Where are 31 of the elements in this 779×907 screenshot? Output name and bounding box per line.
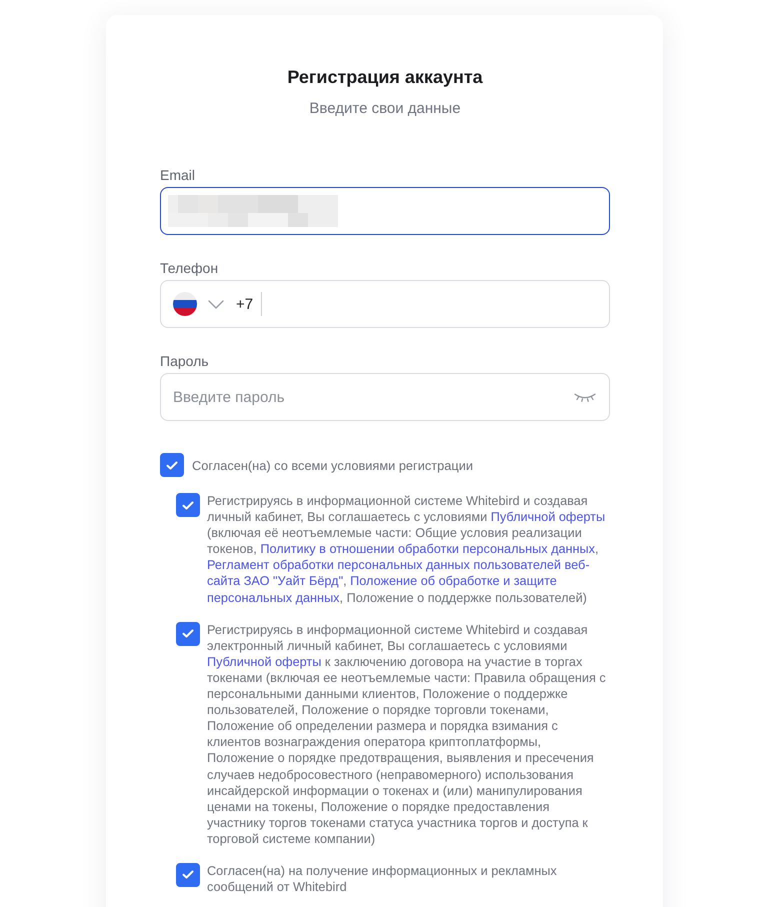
checkmark-icon: [182, 870, 194, 880]
phone-field[interactable]: +7: [160, 280, 610, 328]
chevron-down-icon[interactable]: [208, 300, 224, 308]
checkmark-icon: [166, 460, 178, 470]
field-label: Email: [160, 166, 196, 184]
email-field[interactable]: [160, 187, 610, 235]
checkbox[interactable]: [160, 453, 184, 477]
document-link[interactable]: Положение об обработке и защите: [350, 574, 557, 588]
document-link[interactable]: сайта ЗАО "Уайт Бёрд": [207, 574, 344, 588]
document-link[interactable]: Публичной оферты: [490, 510, 606, 524]
document-link[interactable]: Регламент обработки персональных данных пользователей веб-: [207, 558, 590, 572]
document-link[interactable]: персональных данных: [207, 590, 340, 605]
checkmark-icon: [182, 629, 194, 638]
document-link[interactable]: Публичной оферты: [207, 654, 322, 669]
field-label: Телефон: [160, 259, 218, 277]
flag-icon: [173, 292, 197, 316]
checkmark-icon: [182, 500, 194, 510]
password-field[interactable]: Введите пароль: [160, 373, 610, 421]
form-title: Регистрация аккаунта: [286, 66, 484, 88]
consent-text: Регистрируясь в информационной системе Whitebird и создавая электронный личный кабинет, Вы соглашаетесь с условиями Публичной оферты к заключению договора на участие в торгах токенами (включая ее неотъемлемые части: Правила обращения с персональными данными клиентов, Положение о поддержке пользователей, Положение о порядке торговли токенами, Положение об определении размера и порядка взимания с клиентов вознаграждения оператора криптоплатформы, Положение о порядке предотвращения, выявления и пресечения случаев недобросовестного (неправомерного) использования инсайдерской информации о токенах и (или) манипулирования ценами на токены, Положение о порядке предоставления участнику торгов токенами статуса участника торгов и доступа к торговой системе компании): [207, 622, 607, 847]
consent-label: Согласен(на) со всеми условиями регистрации: [192, 458, 473, 472]
consent-text: Регистрируясь в информационной системе Whitebird и создавая личный кабинет, Вы соглашаетесь с условиями Публичной оферты (включая её неотъемлемые части: Общие условия реализации токенов, Политику в отношении обработки персональных данных, Регламент обработки персональных данных пользователей веб- сайта ЗАО "Уайт Бёрд", Положение об обработке и защите персональных данных, Положение о поддержке пользователей): [207, 493, 606, 606]
checkbox[interactable]: [176, 862, 200, 887]
country-code: +7: [236, 296, 254, 312]
document-link[interactable]: Политику в отношении обработки персональных данных: [260, 542, 596, 556]
checkbox[interactable]: [176, 493, 200, 517]
consent-text: Согласен(на) на получение информационных и рекламных сообщений от Whitebird: [207, 862, 558, 896]
checkbox[interactable]: [176, 622, 200, 646]
form-subtitle: Введите свои данные: [308, 99, 462, 119]
field-label: Пароль: [160, 352, 209, 370]
closed-eye-icon[interactable]: [574, 393, 596, 402]
